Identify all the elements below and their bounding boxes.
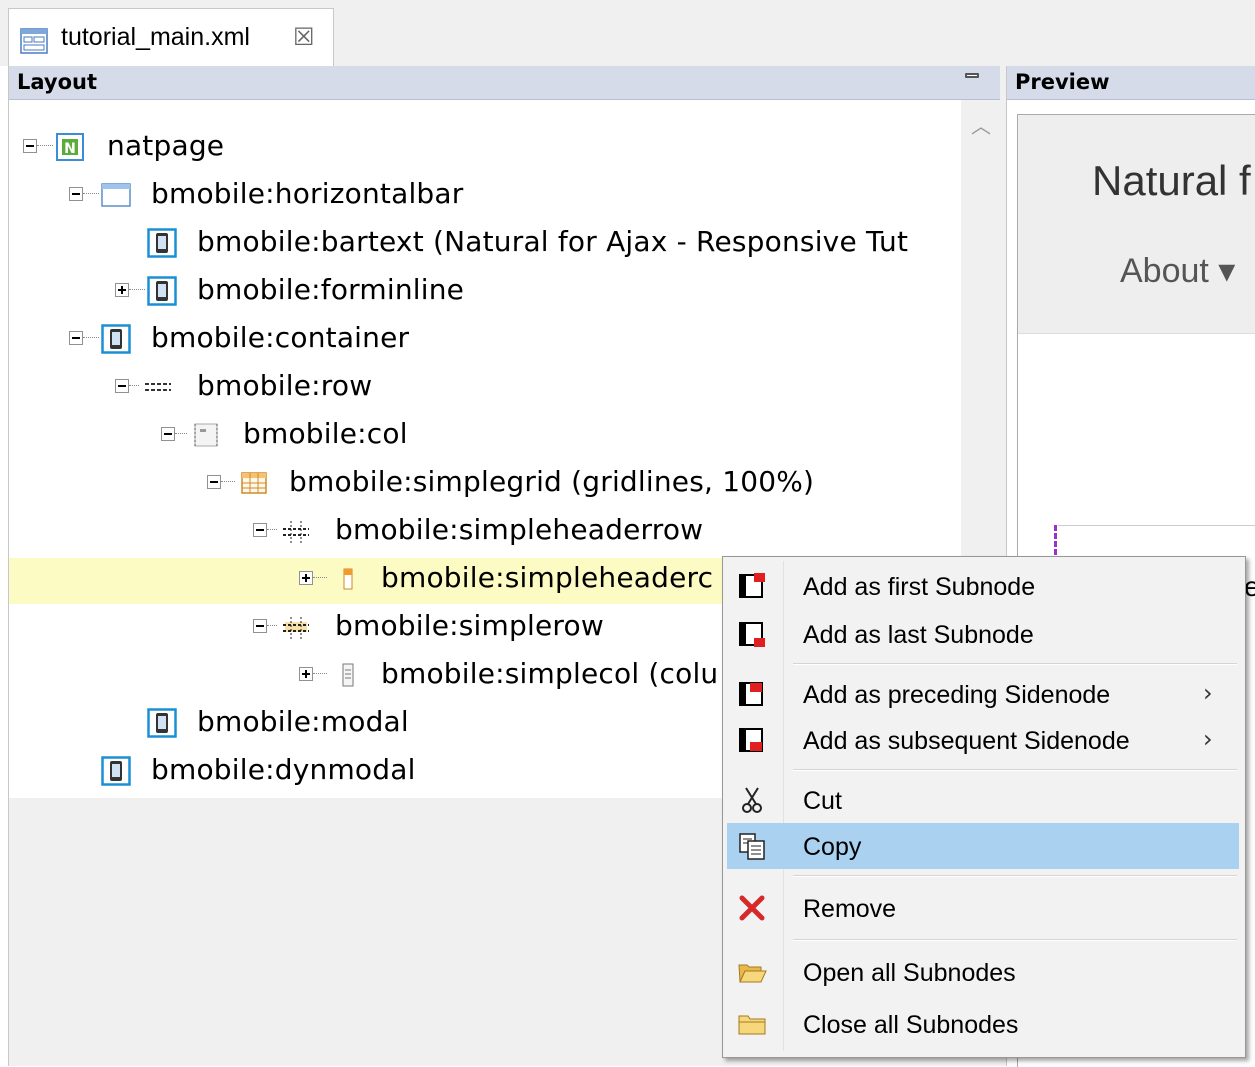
menu-separator <box>793 939 1237 941</box>
menu-separator <box>793 769 1237 771</box>
menu-item-label: Close all Subnodes <box>803 1011 1019 1039</box>
menu-item-add-preceding-sidenode[interactable]: Add as preceding Sidenode › <box>727 671 1239 717</box>
headerrow-icon <box>283 521 309 543</box>
collapse-toggle[interactable] <box>69 331 83 345</box>
grid-icon <box>241 472 267 494</box>
layout-panel-title: Layout <box>17 70 98 94</box>
menu-item-remove[interactable]: Remove <box>727 883 1239 933</box>
mobile-control-icon <box>147 276 177 306</box>
menu-item-cut[interactable]: Cut <box>727 777 1239 823</box>
tree-node-label: bmobile:row <box>197 369 373 402</box>
natpage-icon: N <box>56 133 84 161</box>
add-last-subnode-icon <box>739 622 765 647</box>
tree-node-label: natpage <box>107 129 225 162</box>
tree-node-forminline[interactable]: bmobile:forminline <box>9 270 961 316</box>
editor-tab[interactable]: tutorial_main.xml ☒ <box>8 8 334 66</box>
close-tab-icon[interactable]: ☒ <box>293 23 315 51</box>
svg-text:N: N <box>64 141 76 157</box>
collapse-toggle[interactable] <box>23 139 37 153</box>
collapse-toggle[interactable] <box>115 379 129 393</box>
collapse-toggle[interactable] <box>69 187 83 201</box>
menu-item-label: Remove <box>803 895 897 923</box>
tree-node-label: bmobile:simpleheaderrow <box>335 513 704 546</box>
tree-node-row[interactable]: bmobile:row <box>9 366 961 412</box>
mobile-control-icon <box>147 708 177 738</box>
mobile-control-icon <box>101 324 131 354</box>
menu-item-label: Copy <box>803 833 862 861</box>
col-icon <box>194 423 218 447</box>
tree-node-label: bmobile:col <box>243 417 408 450</box>
menu-item-add-subsequent-sidenode[interactable]: Add as subsequent Sidenode › <box>727 717 1239 763</box>
tree-node-natpage[interactable]: N natpage <box>9 126 961 172</box>
tree-node-label: bmobile:simplecol (colu <box>381 657 719 690</box>
simplerow-icon <box>283 617 309 639</box>
tree-node-label: bmobile:modal <box>197 705 409 738</box>
mobile-control-icon <box>101 756 131 786</box>
tree-node-label: bmobile:horizontalbar <box>151 177 464 210</box>
add-first-subnode-icon <box>739 573 765 598</box>
row-icon <box>145 383 171 391</box>
add-subsequent-sidenode-icon <box>739 728 763 752</box>
editor-tab-label: tutorial_main.xml <box>61 23 250 51</box>
tree-node-label: bmobile:simpleheaderc <box>381 561 714 594</box>
layout-panel-header: Layout <box>9 66 1001 100</box>
expand-toggle[interactable] <box>299 571 313 585</box>
tree-node-label: bmobile:simplegrid (gridlines, 100%) <box>289 465 815 498</box>
horizontalbar-icon <box>101 183 131 207</box>
collapse-toggle[interactable] <box>161 427 175 441</box>
menu-separator <box>793 663 1237 665</box>
tree-node-label: bmobile:bartext (Natural for Ajax - Resp… <box>197 225 909 258</box>
menu-item-label: Add as subsequent Sidenode <box>803 727 1130 755</box>
collapse-toggle[interactable] <box>253 523 267 537</box>
menu-item-label: Add as preceding Sidenode <box>803 681 1111 709</box>
preview-navbar: Natural f About ▾ <box>1018 115 1255 334</box>
add-preceding-sidenode-icon <box>739 682 763 706</box>
open-folder-icon <box>738 964 767 983</box>
tree-node-bartext[interactable]: bmobile:bartext (Natural for Ajax - Resp… <box>9 222 961 268</box>
tree-node-horizontalbar[interactable]: bmobile:horizontalbar <box>9 174 961 220</box>
editor-tab-strip: tutorial_main.xml ☒ <box>0 0 1255 66</box>
closed-folder-icon <box>738 1015 766 1035</box>
scroll-up-arrow-icon[interactable]: ︿ <box>971 110 991 139</box>
expand-toggle[interactable] <box>299 667 313 681</box>
headercell-icon <box>343 568 353 590</box>
tree-node-simplegrid[interactable]: bmobile:simplegrid (gridlines, 100%) <box>9 462 961 508</box>
menu-item-add-last-subnode[interactable]: Add as last Subnode <box>727 611 1239 657</box>
xml-layout-file-icon <box>20 28 48 54</box>
simplecol-icon <box>342 663 354 687</box>
menu-item-label: Add as first Subnode <box>803 573 1036 601</box>
tree-node-simpleheaderrow[interactable]: bmobile:simpleheaderrow <box>9 510 961 556</box>
copy-icon <box>739 833 765 860</box>
tree-node-container[interactable]: bmobile:container <box>9 318 961 364</box>
menu-item-copy[interactable]: Copy <box>727 823 1239 869</box>
menu-item-close-all-subnodes[interactable]: Close all Subnodes <box>727 999 1239 1049</box>
expand-toggle[interactable] <box>115 283 129 297</box>
tree-node-label: bmobile:container <box>151 321 410 354</box>
mobile-control-icon <box>147 228 177 258</box>
menu-item-open-all-subnodes[interactable]: Open all Subnodes <box>727 947 1239 997</box>
tree-node-col[interactable]: bmobile:col <box>9 414 961 460</box>
scissors-icon <box>742 787 762 813</box>
context-menu: Add as first Subnode Add as last Subnode… <box>722 556 1246 1058</box>
menu-item-label: Open all Subnodes <box>803 959 1016 987</box>
collapse-toggle[interactable] <box>253 619 267 633</box>
menu-separator <box>793 875 1237 877</box>
preview-about-menu[interactable]: About ▾ <box>1120 251 1235 291</box>
menu-item-label: Add as last Subnode <box>803 621 1034 649</box>
tree-node-label: bmobile:forminline <box>197 273 465 306</box>
menu-item-label: Cut <box>803 787 842 815</box>
submenu-arrow-icon: › <box>1203 725 1213 753</box>
submenu-arrow-icon: › <box>1203 679 1213 707</box>
minimize-icon[interactable] <box>965 73 979 78</box>
preview-divider <box>1058 525 1255 526</box>
preview-panel-header: Preview <box>1007 66 1255 100</box>
collapse-toggle[interactable] <box>207 475 221 489</box>
tree-node-label: bmobile:dynmodal <box>151 753 416 786</box>
preview-panel-title: Preview <box>1015 70 1110 94</box>
tree-node-label: bmobile:simplerow <box>335 609 604 642</box>
menu-item-add-first-subnode[interactable]: Add as first Subnode <box>727 563 1239 609</box>
red-x-icon <box>739 895 765 921</box>
preview-selection-marker <box>1054 525 1060 555</box>
preview-brand-text: Natural f <box>1092 157 1251 204</box>
